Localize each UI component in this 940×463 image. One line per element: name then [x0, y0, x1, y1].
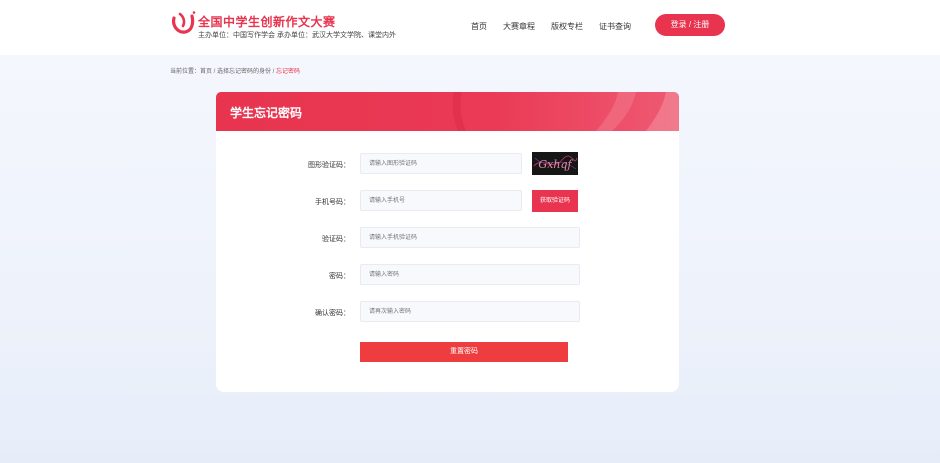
- nav-home[interactable]: 首页: [471, 21, 487, 32]
- breadcrumb: 当前位置：首页 / 选择忘记密码的身份 / 忘记密码: [170, 66, 300, 75]
- captcha-image[interactable]: Gxhqf: [532, 152, 578, 175]
- site-header: 全国中学生创新作文大赛 主办单位：中国写作学会 承办单位：武汉大学文学院、课堂内…: [0, 0, 940, 55]
- get-sms-code-button[interactable]: 获取验证码: [532, 190, 578, 212]
- breadcrumb-current: 忘记密码: [276, 69, 301, 75]
- nav-certificate[interactable]: 证书查询: [599, 21, 631, 32]
- code-label: 验证码：: [322, 236, 350, 243]
- captcha-input[interactable]: [360, 153, 522, 174]
- nav-rules[interactable]: 大赛章程: [503, 21, 535, 32]
- breadcrumb-path[interactable]: 首页 / 选择忘记密码的身份 /: [200, 69, 276, 75]
- phone-label: 手机号码：: [315, 199, 350, 206]
- contest-logo-icon[interactable]: [170, 10, 196, 34]
- card-title: 学生忘记密码: [230, 106, 303, 120]
- breadcrumb-prefix: 当前位置：: [170, 69, 201, 75]
- captcha-text: Gxhqf: [538, 158, 573, 171]
- password-input[interactable]: [360, 264, 580, 285]
- sms-code-input[interactable]: [360, 227, 580, 248]
- main-nav: 首页 大赛章程 版权专栏 证书查询: [471, 21, 647, 32]
- phone-input[interactable]: [360, 190, 522, 211]
- nav-copyright[interactable]: 版权专栏: [551, 21, 583, 32]
- captcha-label: 图形验证码：: [308, 162, 350, 169]
- confirm-password-input[interactable]: [360, 301, 580, 322]
- password-label: 密码：: [329, 273, 350, 280]
- brand-title[interactable]: 全国中学生创新作文大赛: [198, 13, 336, 30]
- confirm-password-label: 确认密码：: [315, 310, 350, 317]
- login-register-button[interactable]: 登录 / 注册: [655, 14, 725, 36]
- reset-password-button[interactable]: 重置密码: [360, 342, 568, 362]
- card-header: 学生忘记密码: [216, 92, 679, 131]
- brand-subtitle: 主办单位：中国写作学会 承办单位：武汉大学文学院、课堂内外: [198, 32, 396, 39]
